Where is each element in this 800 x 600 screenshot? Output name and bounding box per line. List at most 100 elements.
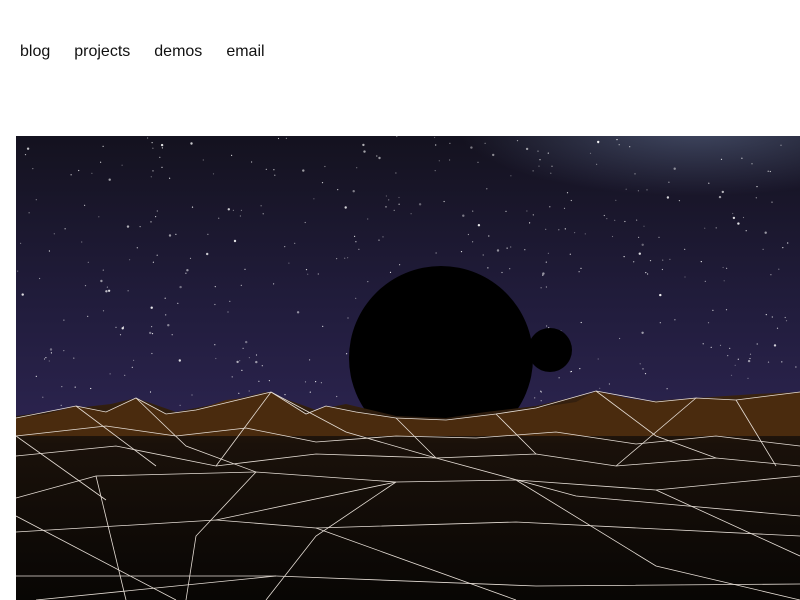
star (659, 322, 661, 324)
star (492, 153, 495, 157)
star (151, 352, 153, 355)
star (589, 152, 592, 154)
star (639, 363, 641, 365)
star (212, 173, 215, 175)
star (749, 357, 751, 360)
star (262, 213, 264, 215)
star (755, 197, 757, 199)
star (161, 147, 163, 149)
star (139, 226, 141, 228)
star (294, 242, 296, 244)
star (644, 373, 647, 375)
star (133, 359, 135, 361)
star (570, 370, 573, 373)
star (509, 268, 511, 270)
star (317, 273, 319, 275)
nav-link-email[interactable]: email (226, 42, 264, 62)
star (564, 228, 566, 230)
star (240, 209, 242, 211)
star (73, 357, 75, 359)
star (232, 209, 234, 211)
star (658, 236, 660, 238)
star (619, 337, 621, 340)
star (190, 142, 193, 145)
star (367, 218, 369, 220)
star (48, 250, 51, 252)
star (309, 391, 311, 393)
star (704, 227, 706, 229)
star (313, 198, 315, 200)
star (385, 195, 387, 197)
star (524, 249, 526, 251)
star (242, 347, 244, 349)
star (160, 143, 164, 147)
star (558, 377, 560, 379)
star (410, 213, 412, 215)
star (102, 269, 104, 271)
star (477, 161, 479, 163)
star (105, 290, 108, 293)
star (389, 271, 392, 273)
star (781, 361, 783, 363)
nav-link-blog[interactable]: blog (20, 42, 50, 62)
star (129, 259, 131, 261)
star (569, 253, 571, 255)
star (309, 359, 311, 361)
star (17, 270, 19, 272)
star (175, 233, 177, 235)
star (87, 261, 89, 263)
terrain-scene-canvas[interactable] (16, 136, 800, 600)
star (780, 144, 782, 146)
star (547, 152, 549, 154)
star (70, 174, 72, 176)
star (762, 248, 764, 250)
star (462, 214, 465, 217)
star (28, 212, 30, 214)
star (782, 247, 784, 249)
star (645, 272, 647, 274)
star (108, 178, 111, 181)
star (35, 199, 37, 201)
star (336, 258, 338, 260)
star (151, 326, 153, 328)
star (109, 373, 111, 375)
star (549, 206, 551, 208)
star (662, 259, 664, 261)
star (239, 360, 241, 362)
nav-link-projects[interactable]: projects (74, 42, 130, 62)
star (241, 369, 243, 371)
star (191, 206, 194, 208)
star (248, 390, 250, 392)
star (438, 160, 440, 162)
nav-link-demos[interactable]: demos (154, 42, 202, 62)
star (516, 140, 519, 142)
star (127, 290, 129, 292)
star (726, 267, 728, 269)
star (61, 386, 63, 388)
star (355, 297, 357, 299)
star (434, 136, 436, 139)
star (563, 207, 566, 209)
star (251, 161, 253, 163)
star (749, 353, 752, 355)
star (776, 327, 779, 329)
star (91, 172, 93, 174)
star (48, 360, 50, 362)
star (638, 252, 641, 255)
star (578, 271, 580, 273)
star (186, 269, 189, 272)
star (362, 143, 365, 147)
star (767, 170, 769, 172)
star (261, 365, 263, 367)
star (218, 217, 220, 219)
star (337, 189, 339, 191)
star (149, 391, 152, 393)
star (674, 319, 676, 321)
star (78, 169, 80, 172)
star (545, 286, 548, 288)
star (487, 267, 489, 269)
star (202, 159, 204, 161)
star (344, 257, 346, 259)
star (20, 242, 22, 244)
star (231, 154, 233, 156)
